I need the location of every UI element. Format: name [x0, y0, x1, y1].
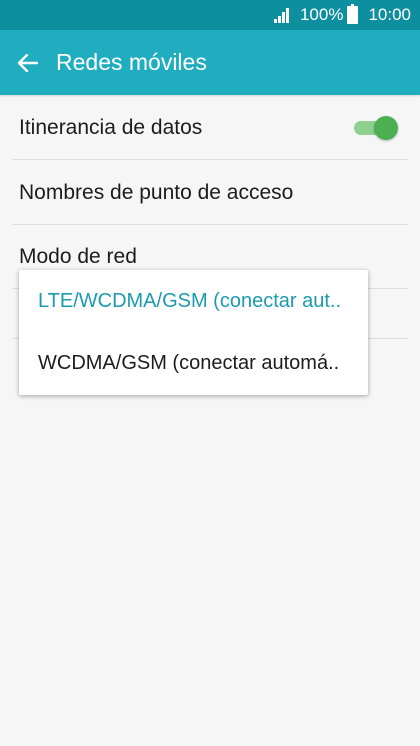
back-arrow-icon	[18, 53, 38, 72]
setting-label: Itinerancia de datos	[19, 115, 203, 139]
app-bar: Redes móviles	[0, 30, 420, 95]
roaming-toggle[interactable]	[354, 116, 398, 140]
back-button[interactable]	[0, 30, 56, 95]
setting-label: Nombres de punto de acceso	[19, 180, 294, 204]
setting-label: Modo de red	[19, 245, 137, 268]
setting-apn[interactable]: Nombres de punto de acceso	[0, 160, 420, 225]
battery-percent: 100%	[299, 5, 344, 24]
page-title: Redes móviles	[56, 49, 207, 75]
setting-data-roaming[interactable]: Itinerancia de datos	[0, 95, 420, 160]
clock: 10:00	[368, 5, 411, 24]
network-mode-option-wcdma[interactable]: WCDMA/GSM (conectar automá..	[19, 332, 368, 394]
status-bar: 100% 10:00	[0, 0, 420, 30]
network-mode-option-lte[interactable]: LTE/WCDMA/GSM (conectar aut..	[19, 270, 368, 332]
battery-icon	[347, 4, 359, 24]
toggle-knob	[374, 116, 398, 140]
network-mode-dropdown: LTE/WCDMA/GSM (conectar aut.. WCDMA/GSM …	[19, 270, 368, 395]
signal-icon	[273, 7, 290, 23]
